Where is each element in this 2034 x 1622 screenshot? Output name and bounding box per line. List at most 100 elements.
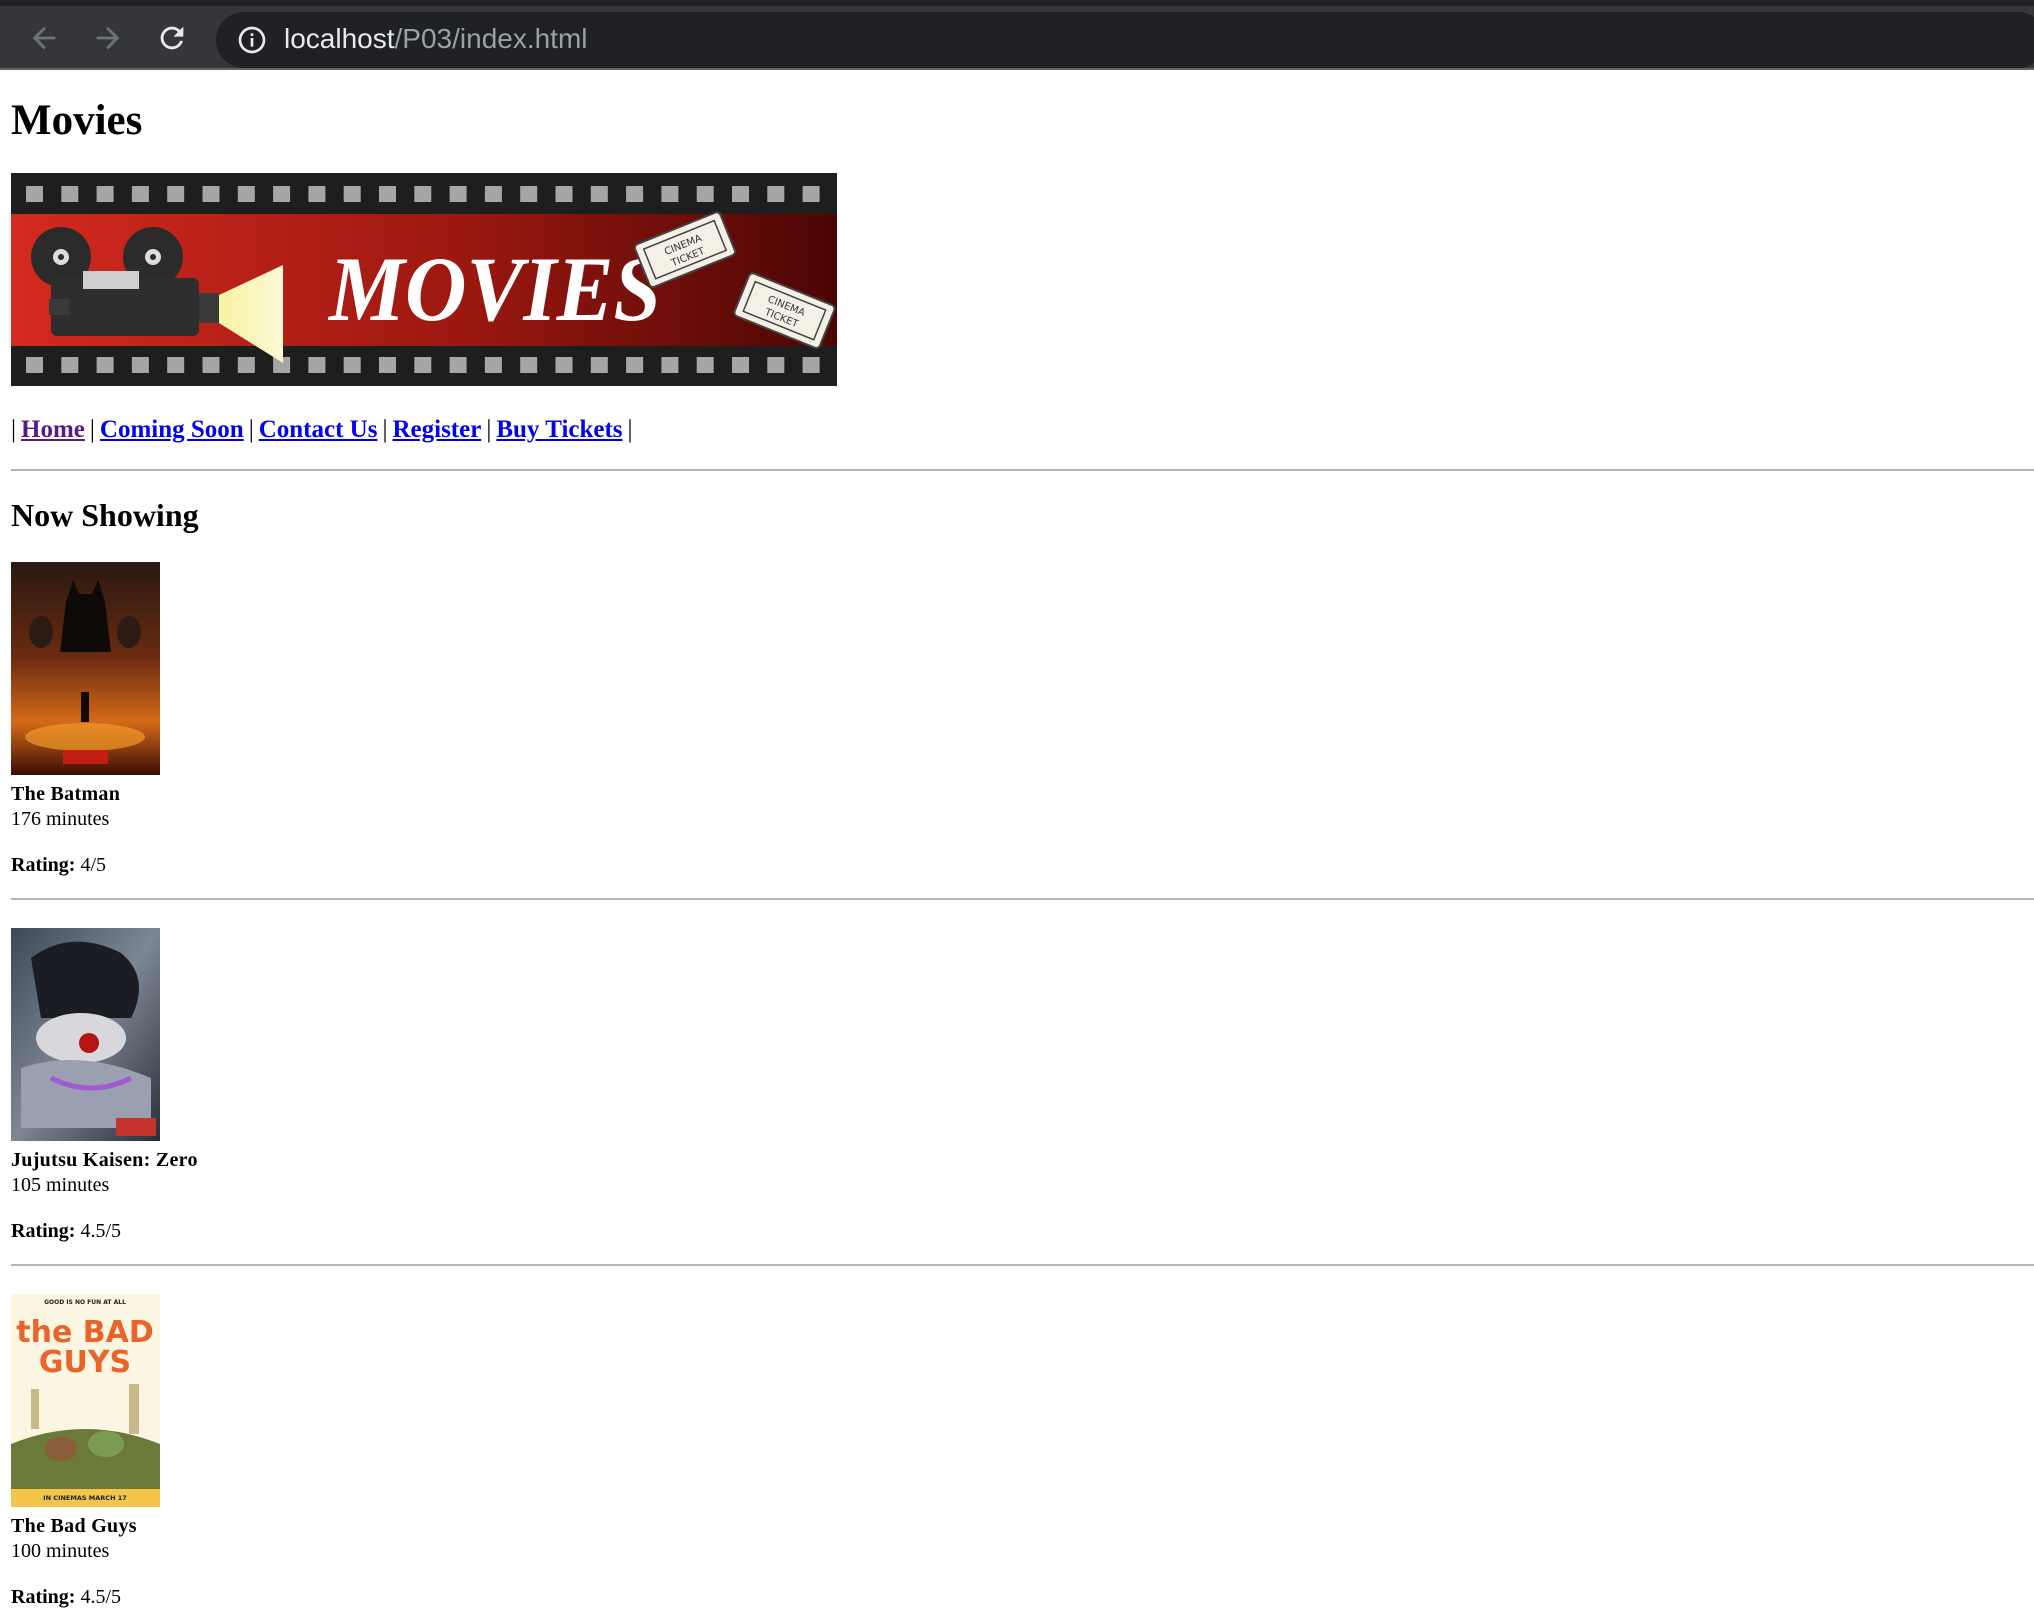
nav-link-coming-soon[interactable]: Coming Soon — [100, 416, 244, 443]
movie-title: Jujutsu Kaisen: Zero — [11, 1149, 198, 1171]
nav-link-buy-tickets[interactable]: Buy Tickets — [496, 416, 622, 443]
film-hole — [590, 186, 608, 202]
divider — [11, 469, 2034, 471]
film-hole — [131, 186, 149, 202]
forward-button[interactable] — [86, 16, 130, 60]
film-hole — [61, 357, 79, 373]
film-hole — [520, 357, 538, 373]
movie-duration: 100 minutes — [11, 1540, 110, 1562]
movie-rating: Rating: 4/5 — [11, 853, 411, 877]
arrow-right-icon — [96, 26, 120, 50]
nav-link-contact-us[interactable]: Contact Us — [259, 416, 378, 443]
film-hole — [590, 357, 608, 373]
rating-value: 4/5 — [80, 854, 107, 876]
film-hole — [555, 186, 573, 202]
url-path: /P03/index.html — [394, 23, 588, 54]
nav-separator: | — [11, 416, 17, 443]
film-hole — [414, 357, 432, 373]
nav-separator: | — [89, 416, 95, 443]
film-hole — [484, 186, 502, 202]
film-hole — [202, 186, 220, 202]
film-hole — [131, 357, 149, 373]
film-hole — [167, 186, 185, 202]
movie-item: The Batman 176 minutes Rating: 4/5 — [11, 562, 411, 877]
film-hole — [732, 357, 749, 373]
movie-poster-jujutsu-kaisen-zero[interactable] — [11, 928, 160, 1141]
movie-rating: Rating: 4.5/5 — [11, 1219, 411, 1243]
film-hole — [520, 186, 538, 202]
film-hole — [26, 186, 43, 202]
film-hole — [379, 186, 396, 202]
film-hole — [61, 186, 79, 202]
url-host: localhost — [284, 23, 395, 54]
divider — [11, 1264, 2034, 1266]
movie-duration: 105 minutes — [11, 1174, 110, 1196]
movie-title: The Batman — [11, 783, 121, 805]
movie-title: The Bad Guys — [11, 1515, 137, 1537]
film-hole — [626, 186, 644, 202]
rating-value: 4.5/5 — [80, 1220, 122, 1242]
movie-rating: Rating: 4.5/5 — [11, 1585, 411, 1609]
rating-label: Rating: — [11, 1586, 76, 1608]
info-icon[interactable] — [236, 24, 268, 56]
movies-banner-image: MOVIES CINEMA TICKET CINEMA TICKET — [11, 173, 837, 386]
film-hole — [237, 186, 255, 202]
movie-poster-the-bad-guys[interactable]: GOOD IS NO FUN AT ALL the BAD GUYS IN CI… — [11, 1294, 160, 1507]
divider — [11, 898, 2034, 900]
svg-text:IN CINEMAS MARCH 17: IN CINEMAS MARCH 17 — [43, 1494, 127, 1502]
film-hole — [802, 186, 820, 202]
nav-link-register[interactable]: Register — [392, 416, 481, 443]
back-button[interactable] — [22, 16, 66, 60]
rating-value: 4.5/5 — [80, 1586, 122, 1608]
page-title: Movies — [11, 97, 143, 144]
movie-item: Jujutsu Kaisen: Zero 105 minutes Rating:… — [11, 928, 411, 1243]
film-hole — [308, 186, 326, 202]
nav-separator: | — [627, 416, 633, 443]
svg-text:GUYS: GUYS — [39, 1345, 131, 1380]
film-hole — [96, 357, 114, 373]
nav-separator: | — [248, 416, 254, 443]
film-hole — [308, 357, 326, 373]
film-hole — [96, 186, 114, 202]
film-hole — [26, 357, 43, 373]
film-hole — [626, 357, 644, 373]
nav-link-home[interactable]: Home — [21, 416, 85, 443]
nav-separator: | — [486, 416, 492, 443]
movie-duration: 176 minutes — [11, 808, 110, 830]
film-hole — [379, 357, 396, 373]
film-hole — [484, 357, 502, 373]
film-hole — [767, 357, 785, 373]
film-hole — [414, 186, 432, 202]
film-hole — [696, 357, 714, 373]
section-heading-now-showing: Now Showing — [11, 497, 199, 533]
reload-button[interactable] — [150, 16, 194, 60]
svg-text:GOOD IS NO FUN AT ALL: GOOD IS NO FUN AT ALL — [44, 1299, 126, 1306]
film-hole — [343, 186, 361, 202]
film-hole — [449, 186, 467, 202]
rating-label: Rating: — [11, 854, 76, 876]
url-text: localhost/P03/index.html — [284, 22, 588, 56]
address-bar[interactable]: localhost/P03/index.html — [216, 12, 2034, 68]
film-hole — [732, 186, 749, 202]
nav-separator: | — [382, 416, 388, 443]
arrow-left-icon — [32, 26, 56, 50]
film-hole — [767, 186, 785, 202]
film-hole — [167, 357, 185, 373]
film-hole — [661, 186, 679, 202]
film-hole — [449, 357, 467, 373]
film-hole — [661, 357, 679, 373]
browser-toolbar: localhost/P03/index.html — [0, 0, 2034, 70]
banner-title: MOVIES — [327, 238, 661, 340]
film-hole — [273, 186, 291, 202]
movie-item: GOOD IS NO FUN AT ALL the BAD GUYS IN CI… — [11, 1294, 411, 1609]
film-hole — [696, 186, 714, 202]
film-hole — [202, 357, 220, 373]
rating-label: Rating: — [11, 1220, 76, 1242]
film-hole — [555, 357, 573, 373]
reload-icon — [160, 26, 184, 50]
film-hole — [343, 357, 361, 373]
movie-poster-the-batman[interactable] — [11, 562, 160, 775]
film-hole — [237, 357, 255, 373]
main-nav: | Home | Coming Soon | Contact Us | Register | Bu… — [11, 414, 638, 446]
film-hole — [802, 357, 820, 373]
